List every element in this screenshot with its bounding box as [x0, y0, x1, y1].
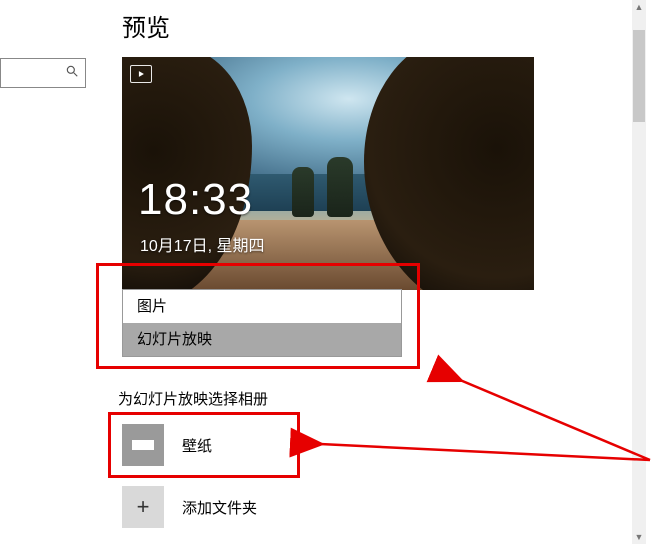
slideshow-icon	[130, 65, 152, 83]
album-thumbnail-icon	[122, 424, 164, 466]
search-icon	[65, 64, 79, 83]
plus-icon: +	[122, 486, 164, 528]
scrollbar-arrow-up-icon[interactable]: ▲	[632, 0, 646, 14]
albums-section-label: 为幻灯片放映选择相册	[118, 388, 268, 409]
background-type-dropdown[interactable]: 图片 幻灯片放映	[122, 289, 402, 357]
album-item[interactable]: 壁纸	[122, 420, 382, 470]
add-folder-button[interactable]: + 添加文件夹	[122, 484, 382, 530]
scrollbar-thumb[interactable]	[633, 30, 645, 122]
add-folder-label: 添加文件夹	[182, 497, 257, 518]
lockscreen-preview: 18:33 10月17日, 星期四	[122, 57, 534, 290]
search-input[interactable]	[0, 58, 86, 88]
album-label: 壁纸	[182, 435, 212, 456]
vertical-scrollbar[interactable]: ▲ ▼	[632, 0, 646, 544]
scrollbar-arrow-down-icon[interactable]: ▼	[632, 530, 646, 544]
search-field[interactable]	[15, 65, 65, 81]
dropdown-option-slideshow[interactable]: 幻灯片放映	[123, 323, 401, 356]
dropdown-option-label: 幻灯片放映	[137, 331, 212, 348]
dropdown-option-picture[interactable]: 图片	[123, 290, 401, 323]
preview-time: 18:33	[138, 175, 253, 225]
section-heading-preview: 预览	[122, 8, 170, 43]
dropdown-option-label: 图片	[137, 298, 167, 315]
preview-date: 10月17日, 星期四	[140, 232, 265, 256]
